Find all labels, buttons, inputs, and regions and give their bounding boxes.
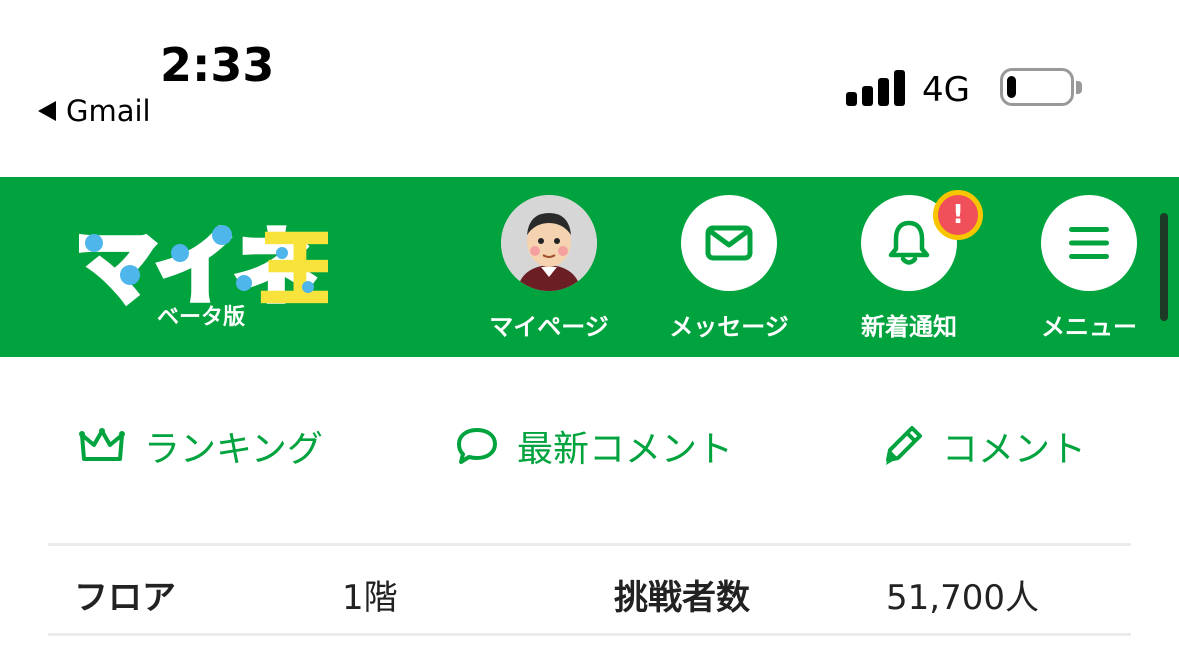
subnav-ranking-label: ランキング xyxy=(144,429,323,470)
subnav-comment-label: コメント xyxy=(942,429,1087,470)
table-row: フロア 1階 挑戦者数 51,700人 xyxy=(48,546,1131,633)
nav-menu[interactable]: メニュー xyxy=(1014,195,1164,345)
network-type: 4G xyxy=(922,70,970,110)
nav-notification[interactable]: ! 新着通知 xyxy=(834,190,984,345)
subnav-ranking[interactable]: ランキング xyxy=(78,420,323,472)
scrollbar[interactable] xyxy=(1160,213,1168,321)
info-table: フロア 1階 挑戦者数 51,700人 xyxy=(48,543,1131,636)
pencil-icon xyxy=(886,426,922,465)
floor-label: フロア xyxy=(74,578,176,618)
nav-mypage[interactable]: マイページ xyxy=(474,195,624,345)
avatar xyxy=(501,195,597,291)
battery-icon xyxy=(1000,68,1082,106)
logo[interactable]: マイネ マイネ 王 xyxy=(72,213,342,316)
crown-icon xyxy=(79,428,125,461)
status-time: 2:33 xyxy=(160,38,275,92)
nav-menu-label: メニュー xyxy=(1041,313,1137,341)
beta-label: ベータ版 xyxy=(157,305,246,330)
signal-icon xyxy=(846,70,906,106)
hamburger-icon xyxy=(1041,195,1137,291)
svg-text:王: 王 xyxy=(260,225,328,313)
divider xyxy=(48,633,1131,636)
back-label: Gmail xyxy=(66,94,151,128)
challengers-value: 51,700人 xyxy=(886,578,1039,618)
floor-value: 1階 xyxy=(342,578,398,618)
site-header: マイネ マイネ 王 ベータ版 マイページ メッセージ ! 新着通知 メニュー xyxy=(0,177,1179,357)
subnav-latest-comments[interactable]: 最新コメント xyxy=(455,420,733,472)
page: 2:33 Gmail 4G マイネ マイネ 王 ベータ版 マイページ メッセージ… xyxy=(0,0,1179,663)
challengers-label: 挑戦者数 xyxy=(614,578,750,618)
notification-badge: ! xyxy=(933,190,983,240)
nav-message-label: メッセージ xyxy=(669,313,789,341)
back-arrow-icon xyxy=(38,101,56,121)
back-to-gmail-link[interactable]: Gmail xyxy=(38,94,151,128)
nav-notification-label: 新着通知 xyxy=(861,313,957,341)
nav-message[interactable]: メッセージ xyxy=(654,195,804,345)
subnav-comment[interactable]: コメント xyxy=(880,420,1086,472)
speech-bubble-icon xyxy=(457,428,497,464)
nav-mypage-label: マイページ xyxy=(489,313,609,341)
mail-icon xyxy=(681,195,777,291)
subnav-latest-comments-label: 最新コメント xyxy=(517,429,734,470)
